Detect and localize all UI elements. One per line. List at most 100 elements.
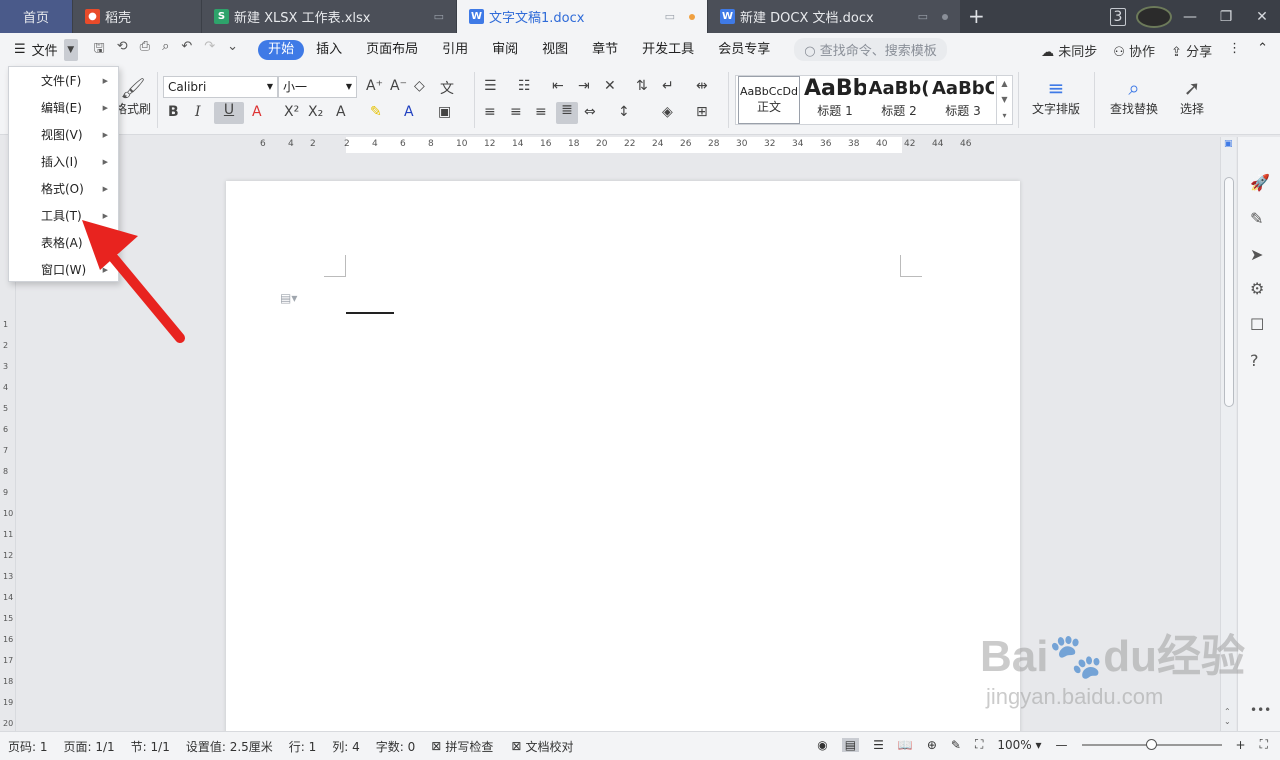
- style-heading3[interactable]: AaBbC 标题 3: [932, 76, 994, 124]
- document-page[interactable]: ▤▾: [226, 181, 1020, 741]
- bold-icon[interactable]: B: [168, 104, 179, 120]
- horizontal-ruler[interactable]: 6 4 2 2 4 6 8 10 12 14 16 18 20 22 24 26 28 30 32 34 36 38 40 4…: [226, 137, 1020, 153]
- status-col[interactable]: 列: 4: [324, 738, 368, 755]
- select-cursor-icon[interactable]: ➤: [1250, 245, 1263, 264]
- tab-xlsx[interactable]: S 新建 XLSX 工作表.xlsx ▭: [202, 0, 456, 33]
- menu-references[interactable]: 引用: [430, 40, 480, 60]
- status-setting[interactable]: 设置值: 2.5厘米: [178, 738, 281, 755]
- sort-icon[interactable]: ⇅: [636, 78, 648, 94]
- grow-font-icon[interactable]: A⁺: [366, 78, 383, 94]
- font-size-select[interactable]: 小一 ▼: [278, 76, 357, 98]
- fullscreen-icon[interactable]: ⛶: [1260, 737, 1268, 752]
- settings-sliders-icon[interactable]: ⚙: [1250, 279, 1264, 298]
- chevron-down-icon[interactable]: ▼: [63, 38, 78, 61]
- underline-icon[interactable]: U: [214, 102, 244, 124]
- proofread-button[interactable]: ⊠ 文档校对: [511, 738, 573, 755]
- menu-developer[interactable]: 开发工具: [630, 40, 706, 60]
- text-effect-icon[interactable]: A: [336, 104, 346, 120]
- find-replace-button[interactable]: ⌕ 查找替换: [1104, 76, 1164, 117]
- print-icon[interactable]: ⎙: [140, 39, 150, 61]
- customize-icon[interactable]: ⌄: [227, 39, 238, 61]
- line-spacing-icon[interactable]: ↕: [618, 104, 630, 120]
- pen-icon[interactable]: ✎: [1250, 209, 1263, 228]
- phonetic-icon[interactable]: 文: [440, 78, 454, 98]
- distribute-icon[interactable]: ⇔: [584, 104, 596, 120]
- collapse-icon[interactable]: ⌃: [1257, 41, 1268, 60]
- more-dots-icon[interactable]: •••: [1250, 703, 1271, 717]
- page-nav-arrows-icon[interactable]: ⌃ ⌄: [1224, 707, 1231, 727]
- menu-view[interactable]: 视图: [530, 40, 580, 60]
- eraser-icon[interactable]: ◇: [414, 78, 425, 94]
- zoom-slider[interactable]: [1081, 738, 1222, 750]
- select-button[interactable]: ➚ 选择: [1172, 76, 1212, 117]
- menu-review[interactable]: 审阅: [480, 40, 530, 60]
- style-gallery-scroll[interactable]: ▲ ▼ ▾: [996, 76, 1012, 124]
- zoom-select[interactable]: 100% ▾: [997, 738, 1041, 752]
- strikethrough-icon[interactable]: A: [252, 104, 262, 120]
- menu-member[interactable]: 会员专享: [706, 40, 782, 60]
- char-border-icon[interactable]: ▣: [438, 104, 451, 120]
- file-menu-button[interactable]: ☰ 文件 ▼: [14, 38, 78, 61]
- sync-button[interactable]: ☁ 未同步: [1041, 41, 1097, 60]
- text-layout-button[interactable]: ≡ 文字排版: [1026, 76, 1086, 117]
- italic-icon[interactable]: I: [195, 104, 201, 120]
- zoom-in-icon[interactable]: +: [1236, 738, 1246, 752]
- increase-indent-icon[interactable]: ⇥: [578, 78, 590, 94]
- tab-home[interactable]: 首页: [0, 0, 72, 33]
- new-tab-plus-icon[interactable]: +: [968, 4, 985, 28]
- tab-docer[interactable]: ● 稻壳: [73, 0, 201, 33]
- superscript-icon[interactable]: X²: [284, 104, 299, 120]
- rocket-icon[interactable]: 🚀: [1250, 173, 1270, 192]
- collab-button[interactable]: ⚇ 协作: [1113, 41, 1155, 60]
- web-view-icon[interactable]: ⊕: [927, 738, 937, 752]
- align-right-icon[interactable]: ≡: [535, 104, 547, 120]
- fit-page-icon[interactable]: ⛶: [975, 737, 983, 752]
- monitor-icon[interactable]: ▭: [434, 10, 444, 23]
- zoom-out-icon[interactable]: —: [1056, 738, 1068, 752]
- status-pages[interactable]: 页面: 1/1: [56, 738, 123, 755]
- shading-icon[interactable]: ◈: [662, 104, 673, 120]
- print-preview-icon[interactable]: ⌕: [162, 39, 169, 61]
- show-marks-icon[interactable]: ↵: [662, 78, 674, 94]
- dropdown-item-format[interactable]: 格式(O) ▶: [9, 175, 118, 202]
- menu-home[interactable]: 开始: [258, 39, 305, 60]
- page-nav-icon[interactable]: ▣: [1224, 139, 1233, 149]
- style-heading1[interactable]: AaBb 标题 1: [804, 76, 866, 124]
- dropdown-item-file[interactable]: 文件(F) ▶: [9, 67, 118, 94]
- dropdown-item-edit[interactable]: 编辑(E) ▶: [9, 94, 118, 121]
- zoom-slider-knob[interactable]: [1145, 738, 1157, 750]
- menu-insert[interactable]: 插入: [304, 40, 354, 60]
- font-name-select[interactable]: Calibri ▼: [163, 76, 278, 98]
- spellcheck-button[interactable]: ⊠ 拼写检查: [431, 738, 493, 755]
- dropdown-item-view[interactable]: 视图(V) ▶: [9, 121, 118, 148]
- backup-icon[interactable]: ☐: [1250, 315, 1264, 334]
- monitor-icon[interactable]: ▭: [665, 10, 675, 23]
- minimize-icon[interactable]: —: [1172, 9, 1208, 25]
- page-view-icon[interactable]: ▤: [841, 737, 860, 752]
- more-icon[interactable]: ⋮: [1228, 41, 1241, 60]
- align-center-icon[interactable]: ≡: [510, 104, 522, 120]
- paragraph-options-icon[interactable]: ▤▾: [280, 291, 297, 305]
- format-icon[interactable]: ⟲: [117, 39, 128, 61]
- eye-protection-icon[interactable]: ◉: [817, 738, 827, 752]
- numbering-icon[interactable]: ☷: [518, 78, 531, 94]
- scrollbar-thumb[interactable]: [1224, 177, 1234, 407]
- borders-icon[interactable]: ⊞: [696, 104, 708, 120]
- menu-page-layout[interactable]: 页面布局: [354, 40, 430, 60]
- align-left-icon[interactable]: ≡: [484, 104, 496, 120]
- tab-docx[interactable]: W 新建 DOCX 文档.docx ▭: [708, 0, 960, 33]
- menu-section[interactable]: 章节: [580, 40, 630, 60]
- monitor-icon[interactable]: ▭: [918, 10, 928, 23]
- save-icon[interactable]: 🖫: [94, 39, 105, 61]
- close-icon[interactable]: ✕: [1244, 9, 1280, 25]
- status-row[interactable]: 行: 1: [281, 738, 325, 755]
- style-heading2[interactable]: AaBb( 标题 2: [868, 76, 930, 124]
- undo-icon[interactable]: ↶: [181, 39, 192, 61]
- avatar[interactable]: [1136, 2, 1172, 32]
- command-search[interactable]: ○ 查找命令、搜索模板: [794, 38, 947, 61]
- subscript-icon[interactable]: X₂: [308, 104, 323, 120]
- chinese-layout-icon[interactable]: ✕: [604, 78, 616, 94]
- help-icon[interactable]: ?: [1250, 351, 1259, 370]
- outline-view-icon[interactable]: ☰: [873, 738, 884, 752]
- dropdown-item-insert[interactable]: 插入(I) ▶: [9, 148, 118, 175]
